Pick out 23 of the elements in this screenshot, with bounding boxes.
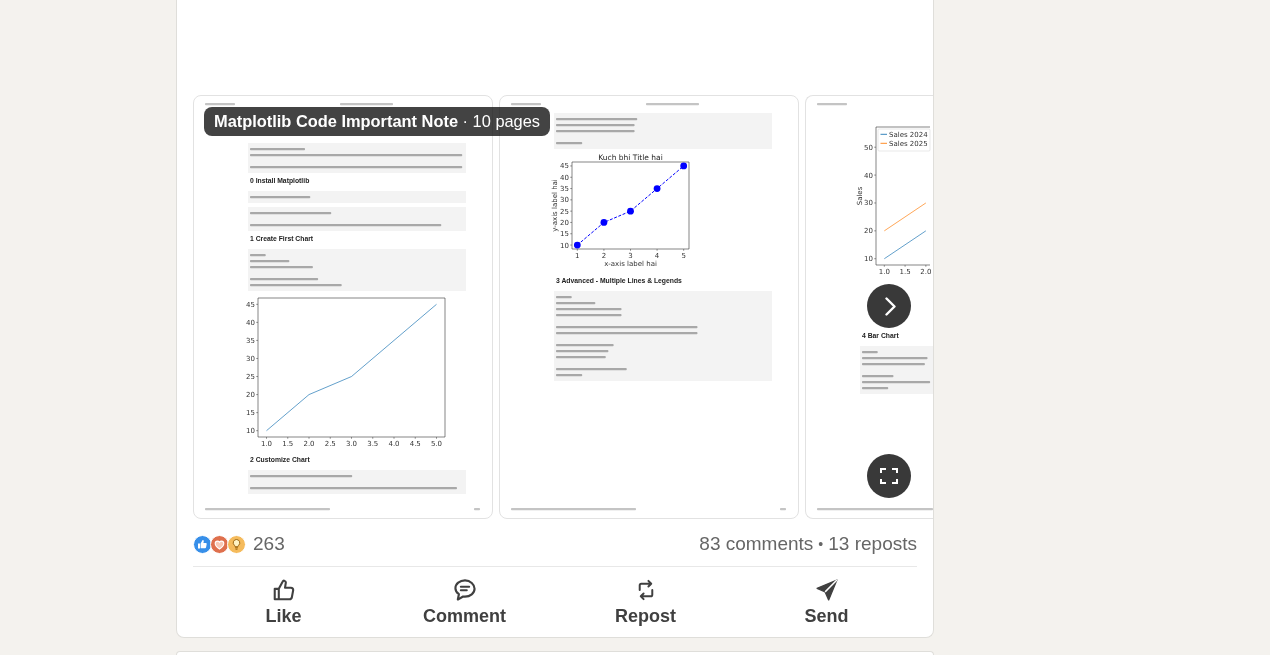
separator-dot: • [818, 536, 824, 552]
fullscreen-icon [880, 468, 898, 484]
placeholder-text-line [340, 103, 393, 106]
comment-button[interactable]: Comment [374, 567, 555, 633]
send-button[interactable]: Send [736, 567, 917, 633]
chevron-right-icon [884, 296, 896, 316]
speech-bubble-icon [453, 579, 476, 601]
like-button[interactable]: Like [193, 567, 374, 633]
placeholder-text-line [205, 103, 235, 106]
placeholder-text-line [780, 508, 786, 511]
placeholder-text-line [817, 103, 847, 106]
placeholder-text-line [474, 508, 480, 511]
repost-button[interactable]: Repost [555, 567, 736, 633]
lightbulb-icon [227, 534, 246, 554]
comments-link[interactable]: 83 comments [699, 533, 814, 555]
placeholder-text-line [511, 103, 541, 106]
reaction-count[interactable]: 263 [253, 533, 285, 555]
document-title-overlay: Matplotlib Code Important Note · 10 pages [204, 107, 551, 136]
thumbs-up-icon [272, 579, 295, 601]
placeholder-text-line [646, 103, 699, 106]
reposts-link[interactable]: 13 reposts [828, 533, 917, 555]
thumbs-up-icon [193, 534, 212, 554]
paper-plane-icon [815, 579, 838, 601]
